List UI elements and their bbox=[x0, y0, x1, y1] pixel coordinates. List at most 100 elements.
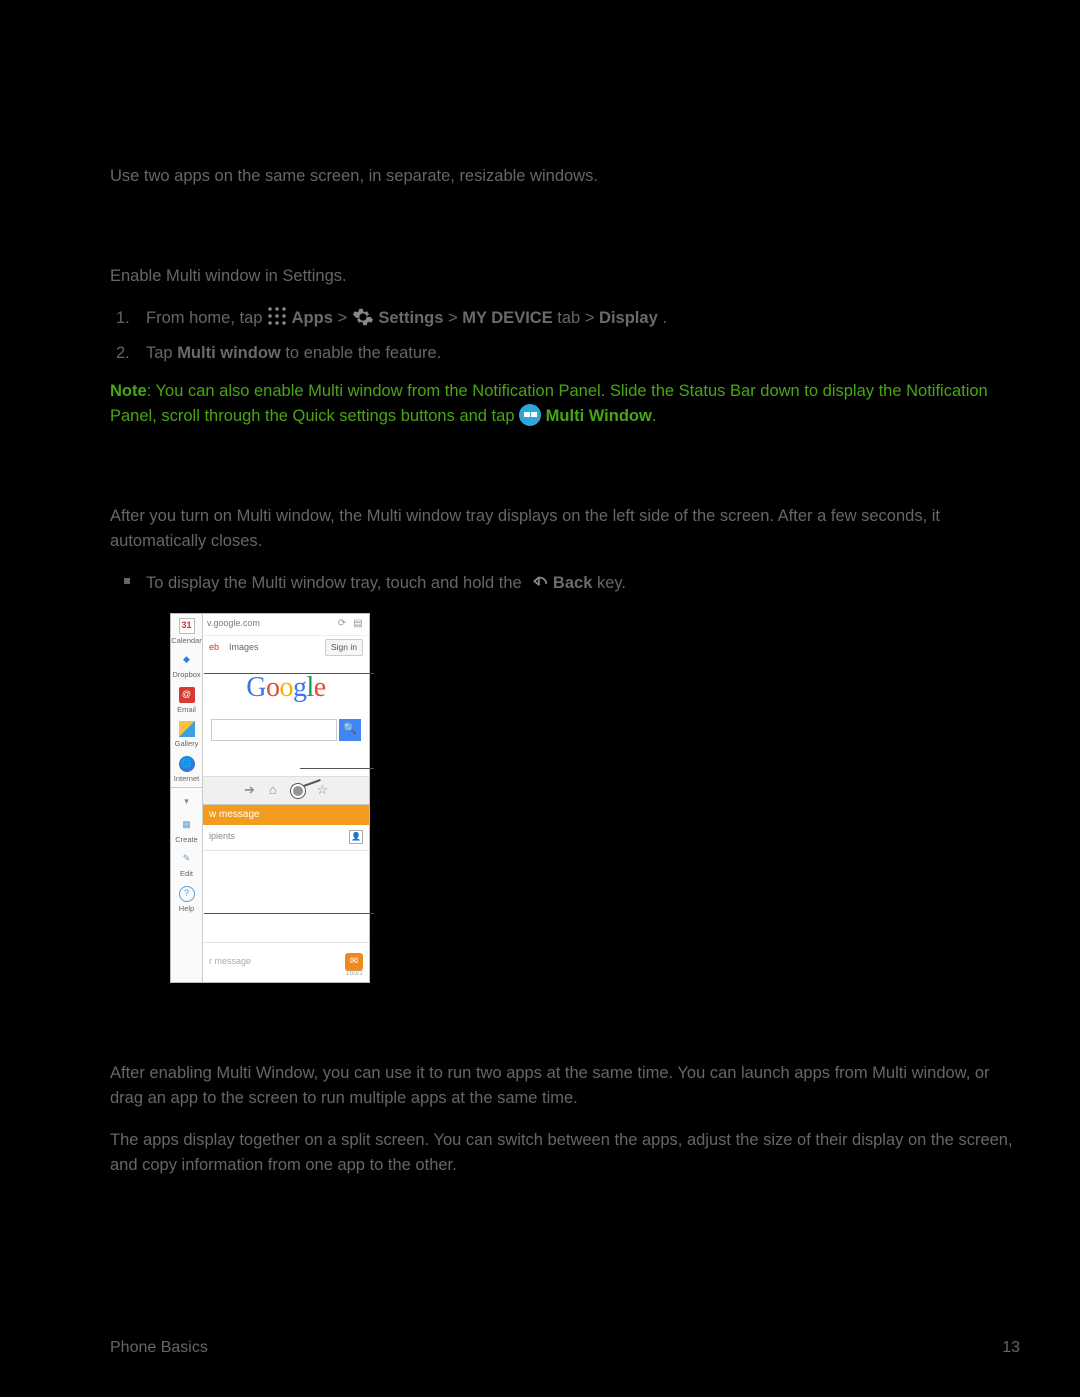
address-bar[interactable]: v.google.com ⟳ ▤ bbox=[203, 614, 369, 636]
footer-page-number: 13 bbox=[1002, 1336, 1020, 1361]
apps-grid-icon bbox=[267, 306, 287, 326]
back-key-icon bbox=[526, 574, 548, 592]
dropbox-icon: ◆ bbox=[179, 652, 195, 668]
display-label: Display bbox=[599, 309, 658, 327]
reload-icon[interactable]: ⟳ bbox=[335, 617, 349, 631]
steps-list: 1. From home, tap Apps > Settings > MY D… bbox=[110, 306, 1020, 367]
leader-line bbox=[204, 673, 374, 674]
tray-label: Internet bbox=[174, 774, 199, 783]
phone-screenshot: 31 Calendar ◆ Dropbox @ Email Gallery bbox=[170, 613, 370, 983]
note-body-2: . bbox=[652, 407, 657, 425]
callout-window-controls: Window controls bbox=[385, 759, 495, 782]
step-text: From home, tap bbox=[146, 309, 267, 327]
create-icon: ▦ bbox=[179, 817, 195, 833]
apps-label: Apps bbox=[292, 309, 333, 327]
chip-images[interactable]: Images bbox=[229, 641, 259, 655]
step-number: 1. bbox=[116, 306, 130, 332]
recipients-label: ipients bbox=[209, 830, 235, 844]
page: Multi Window Use two apps on the same sc… bbox=[0, 0, 1080, 1397]
leader-line bbox=[300, 768, 374, 769]
bullet-square-icon bbox=[124, 578, 130, 584]
use-paragraph-2: The apps display together on a split scr… bbox=[110, 1128, 1020, 1179]
tray-arrow[interactable]: ▾ bbox=[171, 788, 202, 813]
note-multiwindow-label: Multi Window bbox=[546, 407, 652, 425]
section-title-turn-on-off: Turn Multi Window On or Off bbox=[110, 216, 1020, 250]
step-1: 1. From home, tap Apps > Settings > MY D… bbox=[146, 306, 1020, 332]
search-row: 🔍 bbox=[211, 719, 361, 741]
section-title-multi-window: Multi Window bbox=[110, 110, 1020, 150]
tray-label: Create bbox=[175, 835, 198, 844]
section-title-display-tray: Display the Multi Window Tray bbox=[110, 456, 1020, 490]
callout-panel: Multi window panel bbox=[385, 663, 512, 686]
home-icon[interactable]: ⌂ bbox=[269, 780, 277, 800]
help-icon: ? bbox=[179, 886, 195, 902]
browser-toolbar: ➔ ⌂ ☰ ☆ bbox=[203, 776, 369, 804]
callout-panel-controls: Panel controls bbox=[385, 904, 480, 927]
tab-word: tab > bbox=[557, 309, 599, 327]
message-input-row[interactable]: r message ✉ 160/1 bbox=[203, 942, 369, 982]
new-message-header: w message bbox=[203, 805, 369, 825]
tray-item-edit[interactable]: ✎ Edit bbox=[171, 847, 202, 882]
note-paragraph: Note: You can also enable Multi window f… bbox=[110, 379, 1020, 430]
gallery-icon bbox=[179, 721, 195, 737]
multiwindow-figure: 31 Calendar ◆ Dropbox @ Email Gallery bbox=[170, 613, 590, 983]
tray-item-calendar[interactable]: 31 Calendar bbox=[171, 614, 202, 649]
tray-label: Help bbox=[179, 904, 194, 913]
tray-label: Email bbox=[177, 705, 196, 714]
step-number: 2. bbox=[116, 341, 130, 367]
tray-item-gallery[interactable]: Gallery bbox=[171, 717, 202, 752]
tray-label: Gallery bbox=[175, 739, 199, 748]
sep: > bbox=[337, 309, 351, 327]
footer-section-name: Phone Basics bbox=[110, 1336, 208, 1361]
window-controls-handle[interactable] bbox=[291, 784, 305, 798]
star-icon[interactable]: ☆ bbox=[316, 780, 328, 800]
step-text: Tap bbox=[146, 344, 177, 362]
url-text: v.google.com bbox=[207, 617, 333, 631]
bullet-item: To display the Multi window tray, touch … bbox=[146, 571, 1020, 597]
tray-label: Dropbox bbox=[172, 670, 200, 679]
sep: > bbox=[448, 309, 462, 327]
chip-web[interactable]: eb bbox=[209, 641, 219, 655]
bottom-window-messages: w message ipients 👤 r message ✉ 160/1 bbox=[203, 804, 369, 982]
tray-item-create[interactable]: ▦ Create bbox=[171, 813, 202, 848]
use-paragraph-1: After enabling Multi Window, you can use… bbox=[110, 1061, 1020, 1112]
step-2: 2. Tap Multi window to enable the featur… bbox=[146, 341, 1020, 367]
tray-lower-section: ▾ ▦ Create ✎ Edit ? Help bbox=[171, 787, 202, 917]
calendar-icon: 31 bbox=[179, 618, 195, 634]
recipients-row[interactable]: ipients 👤 bbox=[203, 825, 369, 851]
forward-icon[interactable]: ➔ bbox=[244, 780, 255, 800]
contact-icon[interactable]: 👤 bbox=[349, 830, 363, 844]
email-icon: @ bbox=[179, 687, 195, 703]
top-window-browser: v.google.com ⟳ ▤ eb Images Sign in Googl… bbox=[203, 614, 369, 804]
period: . bbox=[662, 309, 667, 327]
back-label: Back bbox=[553, 574, 592, 592]
search-button[interactable]: 🔍 bbox=[339, 719, 361, 741]
char-counter: 160/1 bbox=[345, 969, 363, 980]
settings-gear-icon bbox=[352, 306, 374, 328]
multi-window-toggle-icon bbox=[519, 404, 541, 426]
bullet-list: To display the Multi window tray, touch … bbox=[110, 571, 1020, 597]
bullet-post: key. bbox=[597, 574, 626, 592]
chevron-down-icon: ▾ bbox=[179, 794, 195, 810]
tray-item-dropbox[interactable]: ◆ Dropbox bbox=[171, 648, 202, 683]
tray-item-help[interactable]: ? Help bbox=[171, 882, 202, 917]
leader-line bbox=[204, 913, 374, 914]
pencil-icon: ✎ bbox=[179, 851, 195, 867]
nav-chips: eb Images Sign in bbox=[203, 636, 369, 660]
step-text-tail: to enable the feature. bbox=[285, 344, 441, 362]
page-content: Multi Window Use two apps on the same sc… bbox=[110, 110, 1020, 1327]
tabs-icon[interactable]: ▤ bbox=[351, 617, 365, 631]
sign-in-button[interactable]: Sign in bbox=[325, 639, 363, 656]
mydevice-label: MY DEVICE bbox=[462, 309, 552, 327]
settings-label: Settings bbox=[378, 309, 443, 327]
page-footer: Phone Basics 13 bbox=[110, 1336, 1020, 1361]
after-tray-paragraph: After you turn on Multi window, the Mult… bbox=[110, 504, 1020, 555]
tray-item-email[interactable]: @ Email bbox=[171, 683, 202, 718]
tray-label: Edit bbox=[180, 869, 193, 878]
multiwindow-tray: 31 Calendar ◆ Dropbox @ Email Gallery bbox=[171, 614, 203, 982]
multiwindow-label: Multi window bbox=[177, 344, 281, 362]
message-placeholder: r message bbox=[209, 955, 345, 969]
enable-paragraph: Enable Multi window in Settings. bbox=[110, 264, 1020, 290]
search-input[interactable] bbox=[211, 719, 337, 741]
tray-item-internet[interactable]: 🌐 Internet bbox=[171, 752, 202, 787]
